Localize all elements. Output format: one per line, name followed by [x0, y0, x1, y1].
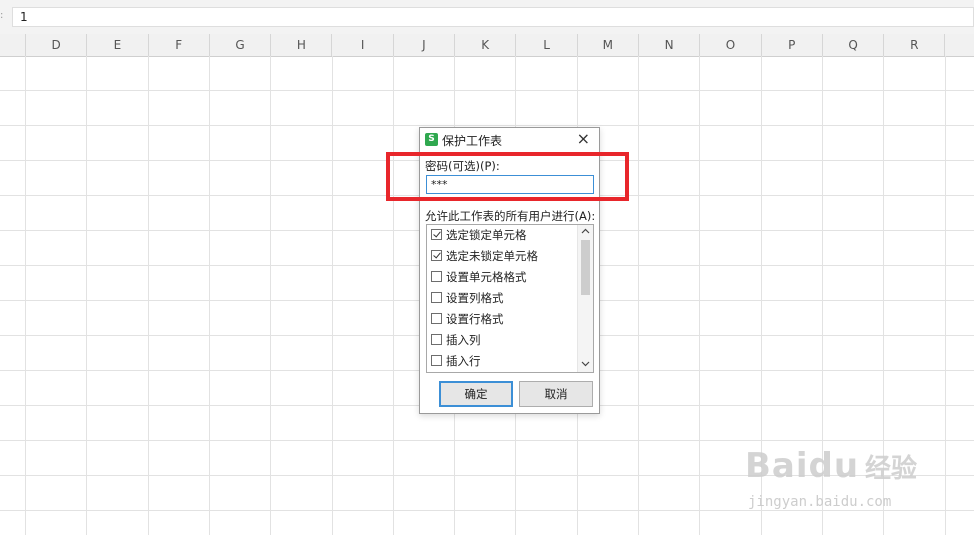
- permission-format-rows[interactable]: 设置行格式: [431, 309, 504, 329]
- permissions-list[interactable]: 选定锁定单元格 选定未锁定单元格 设置单元格格式 设置列格式 设置行格式 插入列…: [426, 224, 594, 373]
- column-header-o[interactable]: O: [700, 34, 762, 56]
- dialog-title: 保护工作表: [442, 134, 503, 148]
- column-header: DEFGHIJKLMNOPQR: [0, 34, 974, 57]
- ok-button[interactable]: 确定: [439, 381, 513, 407]
- column-header-q[interactable]: Q: [823, 34, 885, 56]
- watermark-brand: Baidu: [745, 446, 860, 486]
- grid-line: [331, 56, 333, 535]
- checkbox[interactable]: [431, 292, 442, 303]
- permission-insert-rows[interactable]: 插入行: [431, 351, 481, 371]
- checkbox[interactable]: [431, 355, 442, 366]
- list-item-label: 设置行格式: [446, 312, 504, 326]
- chevron-up-icon[interactable]: [578, 225, 593, 239]
- wps-sheet-logo-icon: S: [425, 133, 438, 146]
- password-highlight-box: [386, 152, 629, 201]
- column-header-l[interactable]: L: [516, 34, 578, 56]
- checkbox[interactable]: [431, 229, 442, 240]
- grid-line: [270, 56, 272, 535]
- permission-format-columns[interactable]: 设置列格式: [431, 288, 504, 308]
- column-header-d[interactable]: D: [26, 34, 88, 56]
- grid-line: [86, 56, 88, 535]
- grid-line: [638, 56, 639, 535]
- permissions-label: 允许此工作表的所有用户进行(A):: [425, 209, 596, 223]
- chevron-down-icon[interactable]: [578, 358, 593, 372]
- permission-format-cells[interactable]: 设置单元格格式: [431, 267, 527, 287]
- column-header-f[interactable]: F: [149, 34, 210, 56]
- checkbox[interactable]: [431, 313, 442, 324]
- formula-input[interactable]: 1: [12, 7, 974, 27]
- formula-bar: : 1: [0, 0, 974, 35]
- grid-line: [147, 56, 149, 535]
- column-header-m[interactable]: M: [578, 34, 639, 56]
- list-scrollbar[interactable]: [577, 225, 593, 372]
- grid-line: [208, 56, 210, 535]
- list-item-label: 选定锁定单元格: [446, 228, 527, 242]
- list-item-label: 设置单元格格式: [446, 270, 527, 284]
- list-item-label: 插入行: [446, 354, 481, 368]
- checkbox[interactable]: [431, 250, 442, 261]
- column-header-k[interactable]: K: [455, 34, 517, 56]
- column-header-g[interactable]: G: [210, 34, 272, 56]
- permission-select-locked-cells[interactable]: 选定锁定单元格: [431, 225, 527, 245]
- watermark-url: jingyan.baidu.com: [748, 494, 892, 510]
- column-header-p[interactable]: P: [762, 34, 823, 56]
- checkbox[interactable]: [431, 334, 442, 345]
- column-header-i[interactable]: I: [333, 34, 394, 56]
- baidu-jingyan-watermark: Baidu 经验 jingyan.baidu.com: [745, 428, 945, 518]
- grid-line: [25, 56, 26, 535]
- list-item-label: 选定未锁定单元格: [446, 249, 538, 263]
- permission-select-unlocked-cells[interactable]: 选定未锁定单元格: [431, 246, 538, 266]
- checkbox[interactable]: [431, 271, 442, 282]
- list-item-label: 设置列格式: [446, 291, 504, 305]
- grid-line: [392, 56, 394, 535]
- column-header-e[interactable]: E: [87, 34, 149, 56]
- column-header-partial[interactable]: [0, 34, 26, 56]
- scroll-thumb[interactable]: [581, 240, 590, 295]
- formula-bar-edge: :: [0, 10, 4, 21]
- permission-insert-columns[interactable]: 插入列: [431, 330, 481, 350]
- column-header-r[interactable]: R: [884, 34, 946, 56]
- close-icon[interactable]: ×: [577, 130, 590, 148]
- grid-line: [699, 56, 701, 535]
- watermark-cn: 经验: [865, 454, 918, 484]
- column-header-h[interactable]: H: [271, 34, 333, 56]
- dialog-title-bar[interactable]: S 保护工作表 ×: [420, 128, 599, 152]
- list-item-label: 插入列: [446, 333, 481, 347]
- column-header-n[interactable]: N: [639, 34, 701, 56]
- cancel-button[interactable]: 取消: [519, 381, 593, 407]
- column-header-j[interactable]: J: [394, 34, 456, 56]
